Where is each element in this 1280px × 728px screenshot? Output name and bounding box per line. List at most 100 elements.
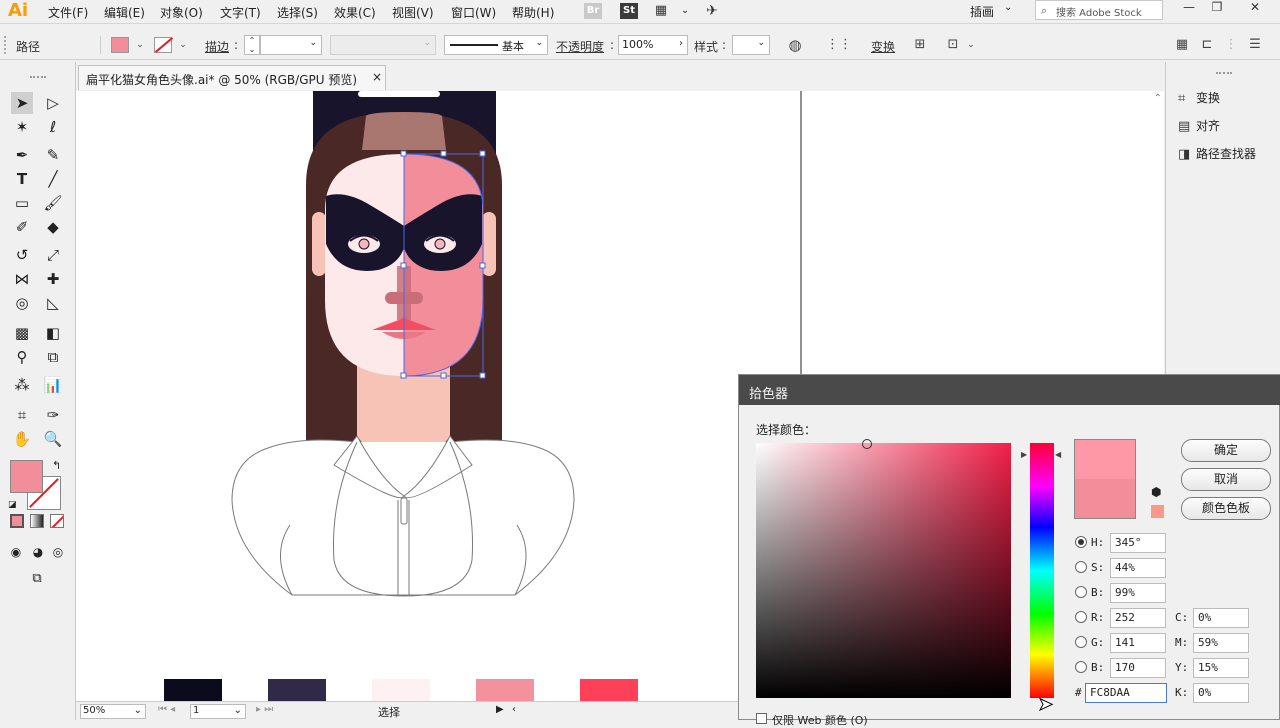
align-options-icon[interactable]: ⋮⋮ <box>826 36 852 54</box>
transform-label[interactable]: 变换 <box>871 38 895 55</box>
menu-type[interactable]: 文字(T) <box>220 4 261 21</box>
status-menu-icon[interactable]: ▶ <box>496 704 504 715</box>
layout-icon[interactable]: ⊏ <box>1198 36 1216 54</box>
artboard-select[interactable]: 1 ⌄ <box>190 704 246 719</box>
ok-button[interactable]: 确定 <box>1181 439 1271 462</box>
panel-menu-icon[interactable]: ☰ <box>1246 36 1264 54</box>
saturation-radio[interactable] <box>1075 561 1087 573</box>
shaper-tool-icon[interactable]: ✐ <box>11 216 33 238</box>
isolate-icon[interactable]: ⊞ <box>911 36 929 54</box>
stroke-label[interactable]: 描边 <box>205 38 229 55</box>
stroke-weight-input[interactable]: ⌄ <box>260 35 322 55</box>
hue-slider-left-arrow[interactable]: ▶ <box>1021 450 1027 459</box>
rotate-tool-icon[interactable]: ↺ <box>11 244 33 266</box>
fill-swatch[interactable] <box>111 37 129 53</box>
menu-window[interactable]: 窗口(W) <box>451 4 496 21</box>
fill-color-box[interactable] <box>10 460 43 493</box>
red-input[interactable]: 252 <box>1110 608 1166 628</box>
magenta-input[interactable]: 59% <box>1193 633 1249 653</box>
default-fill-stroke-icon[interactable]: ◪ <box>8 500 17 510</box>
none-mode-button[interactable] <box>50 514 64 528</box>
draw-behind-icon[interactable]: ◕ <box>28 542 48 562</box>
scroll-up-icon[interactable]: ⌃ <box>1154 93 1162 104</box>
mesh-tool-icon[interactable]: ▩ <box>11 322 33 344</box>
black-input[interactable]: 0% <box>1193 683 1249 703</box>
paintbrush-tool-icon[interactable]: 🖌 <box>42 192 64 214</box>
brightness-input[interactable]: 99% <box>1110 583 1166 603</box>
workspace-chevron-icon[interactable]: ⌄ <box>1004 2 1012 13</box>
variable-width-profile[interactable]: ⌄ <box>330 35 436 55</box>
slice-tool-icon[interactable]: ✑ <box>42 404 64 426</box>
out-of-gamut-cube-icon[interactable]: ⬢ <box>1151 485 1161 499</box>
stroke-weight-stepper[interactable]: ⌃ ⌄ <box>244 35 260 55</box>
menu-view[interactable]: 视图(V) <box>392 4 434 21</box>
opacity-label[interactable]: 不透明度 <box>556 38 604 55</box>
stock-button[interactable]: St <box>620 3 638 19</box>
hue-radio[interactable] <box>1075 536 1087 548</box>
saturation-brightness-field[interactable] <box>756 439 1011 698</box>
graphic-style-picker[interactable]: ⌄ <box>732 35 770 55</box>
type-tool-icon[interactable]: T <box>11 168 33 190</box>
rectangle-tool-icon[interactable]: ▭ <box>11 192 33 214</box>
grip-handle[interactable] <box>1216 72 1232 74</box>
direct-selection-tool-icon[interactable]: ▷ <box>42 92 64 114</box>
green-radio[interactable] <box>1075 636 1087 648</box>
web-colors-only-checkbox[interactable] <box>756 713 767 724</box>
cancel-button[interactable]: 取消 <box>1181 468 1271 491</box>
menu-object[interactable]: 对象(O) <box>160 4 203 21</box>
menu-select[interactable]: 选择(S) <box>277 4 318 21</box>
workspace-switcher[interactable]: 插画 <box>970 3 994 20</box>
perspective-grid-tool-icon[interactable]: ◺ <box>42 292 64 314</box>
color-mode-button[interactable] <box>10 514 24 528</box>
eraser-tool-icon[interactable]: ◆ <box>42 216 64 238</box>
blend-tool-icon[interactable]: ⧉ <box>42 346 64 368</box>
stroke-dropdown-icon[interactable]: ⌄ <box>174 36 192 54</box>
selection-tool-icon[interactable]: ➤ <box>11 92 33 114</box>
hand-tool-icon[interactable]: ✋ <box>11 428 33 450</box>
gamut-corrected-swatch[interactable] <box>1151 505 1164 518</box>
blue-input[interactable]: 170 <box>1110 658 1166 678</box>
zoom-select[interactable]: 50% ⌄ <box>80 704 146 719</box>
select-similar-icon[interactable]: ⊡ <box>944 36 962 54</box>
chevron-down-icon[interactable]: ⌄ <box>676 3 694 19</box>
draw-normal-icon[interactable]: ◉ <box>6 542 26 562</box>
maximize-button[interactable]: ❐ <box>1204 0 1230 14</box>
swap-fill-stroke-icon[interactable]: ↰ <box>52 459 61 472</box>
more-options-icon[interactable]: ⋮ <box>1222 36 1240 54</box>
symbol-sprayer-tool-icon[interactable]: ⁂ <box>11 374 33 396</box>
bridge-button[interactable]: Br <box>584 3 602 19</box>
close-tab-button[interactable]: × <box>372 70 382 84</box>
hue-input[interactable]: 345° <box>1110 533 1166 553</box>
scroll-left-icon[interactable]: ‹ <box>512 704 516 715</box>
align-panel-button[interactable]: ▤ 对齐 <box>1178 117 1278 137</box>
draw-inside-icon[interactable]: ◎ <box>48 542 68 562</box>
current-color-preview[interactable] <box>1074 479 1136 519</box>
pathfinder-panel-button[interactable]: ◨ 路径查找器 <box>1178 145 1278 165</box>
hex-input[interactable]: FC8DAA <box>1085 683 1167 703</box>
artboard-tool-icon[interactable]: ⌗ <box>11 404 33 426</box>
scale-tool-icon[interactable]: ⤢ <box>42 244 64 266</box>
opacity-input[interactable]: 100% › <box>618 35 688 55</box>
close-window-button[interactable]: ✕ <box>1242 0 1268 14</box>
document-tab[interactable]: 扁平化猫女角色头像.ai* @ 50% (RGB/GPU 预览) × <box>78 65 386 90</box>
puppet-warp-tool-icon[interactable]: ✚ <box>42 268 64 290</box>
column-graph-tool-icon[interactable]: 📊 <box>42 374 64 396</box>
first-artboard-icon[interactable]: ⏮ ◂ <box>158 704 175 715</box>
fill-dropdown-icon[interactable]: ⌄ <box>131 36 149 54</box>
screen-mode-icon[interactable]: ⧉ <box>26 568 48 590</box>
arrange-documents-icon[interactable]: ▦ <box>652 3 670 19</box>
hue-slider[interactable] <box>1030 443 1054 698</box>
brightness-radio[interactable] <box>1075 586 1087 598</box>
stroke-swatch[interactable] <box>154 37 174 53</box>
color-field-cursor[interactable] <box>862 439 872 449</box>
yellow-input[interactable]: 15% <box>1193 658 1249 678</box>
chevron-down-icon[interactable]: ⌄ <box>962 36 980 54</box>
pen-tool-icon[interactable]: ✒ <box>11 144 33 166</box>
eyedropper-tool-icon[interactable]: ⚲ <box>11 346 33 368</box>
gradient-tool-icon[interactable]: ◧ <box>42 322 64 344</box>
menu-effect[interactable]: 效果(C) <box>334 4 376 21</box>
stock-search-input[interactable]: ⌕ 搜索 Adobe Stock <box>1035 0 1163 20</box>
grip-handle[interactable] <box>4 36 8 54</box>
grip-handle[interactable] <box>30 76 46 78</box>
gpu-performance-icon[interactable]: ✈ <box>703 3 721 19</box>
